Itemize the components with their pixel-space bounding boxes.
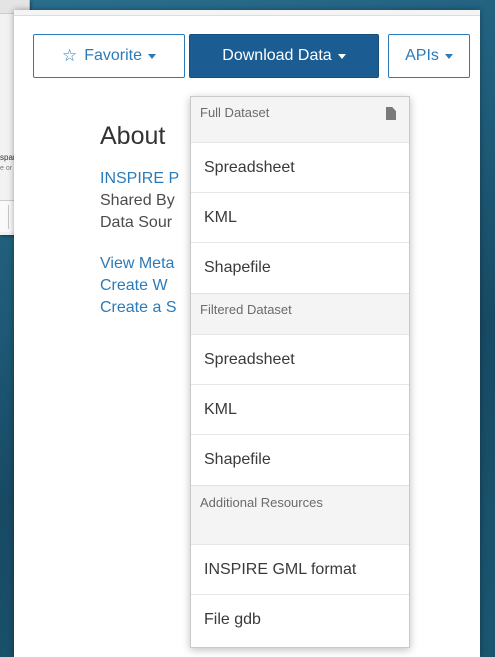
apis-label: APIs bbox=[405, 47, 439, 64]
section-header-filtered-dataset: Filtered Dataset bbox=[191, 293, 409, 334]
caret-down-icon bbox=[444, 53, 453, 59]
star-icon: ☆ bbox=[61, 46, 78, 65]
filtered-dataset-shapefile-item[interactable]: Shapefile bbox=[191, 434, 409, 484]
view-metadata-link[interactable]: View Meta bbox=[100, 255, 174, 273]
file-gdb-item[interactable]: File gdb bbox=[191, 594, 409, 644]
caret-down-icon bbox=[148, 53, 157, 59]
section-header-fill bbox=[341, 485, 409, 544]
full-dataset-shapefile-item[interactable]: Shapefile bbox=[191, 242, 409, 292]
panel-top-edge bbox=[14, 10, 480, 16]
about-heading: About bbox=[100, 122, 166, 150]
inspire-gml-format-item[interactable]: INSPIRE GML format bbox=[191, 544, 409, 594]
download-data-button[interactable]: Download Data bbox=[189, 34, 379, 78]
shared-by-text: Shared By bbox=[100, 192, 175, 209]
dataset-title-link[interactable]: INSPIRE P bbox=[100, 170, 179, 188]
full-dataset-spreadsheet-item[interactable]: Spreadsheet bbox=[191, 142, 409, 192]
dataset-panel: ☆ Favorite Download Data APIs About INSP… bbox=[14, 10, 480, 657]
create-story-link[interactable]: Create a S bbox=[100, 299, 176, 317]
create-webmap-link[interactable]: Create W bbox=[100, 277, 168, 295]
data-source-text: Data Sour bbox=[100, 214, 173, 231]
apis-button[interactable]: APIs bbox=[388, 34, 470, 78]
favorite-button[interactable]: ☆ Favorite bbox=[33, 34, 185, 78]
download-data-label: Download Data bbox=[222, 47, 332, 64]
section-header-full-dataset: Full Dataset bbox=[191, 97, 409, 142]
download-data-dropdown: Full Dataset Spreadsheet KML Shapefile F… bbox=[190, 96, 410, 648]
document-icon bbox=[386, 107, 396, 120]
section-header-additional-resources: Additional Resources bbox=[191, 485, 341, 544]
full-dataset-kml-item[interactable]: KML bbox=[191, 192, 409, 242]
filtered-dataset-spreadsheet-item[interactable]: Spreadsheet bbox=[191, 334, 409, 384]
filtered-dataset-kml-item[interactable]: KML bbox=[191, 384, 409, 434]
favorite-label: Favorite bbox=[84, 47, 143, 64]
caret-down-icon bbox=[337, 53, 346, 59]
full-dataset-label: Full Dataset bbox=[200, 105, 270, 120]
